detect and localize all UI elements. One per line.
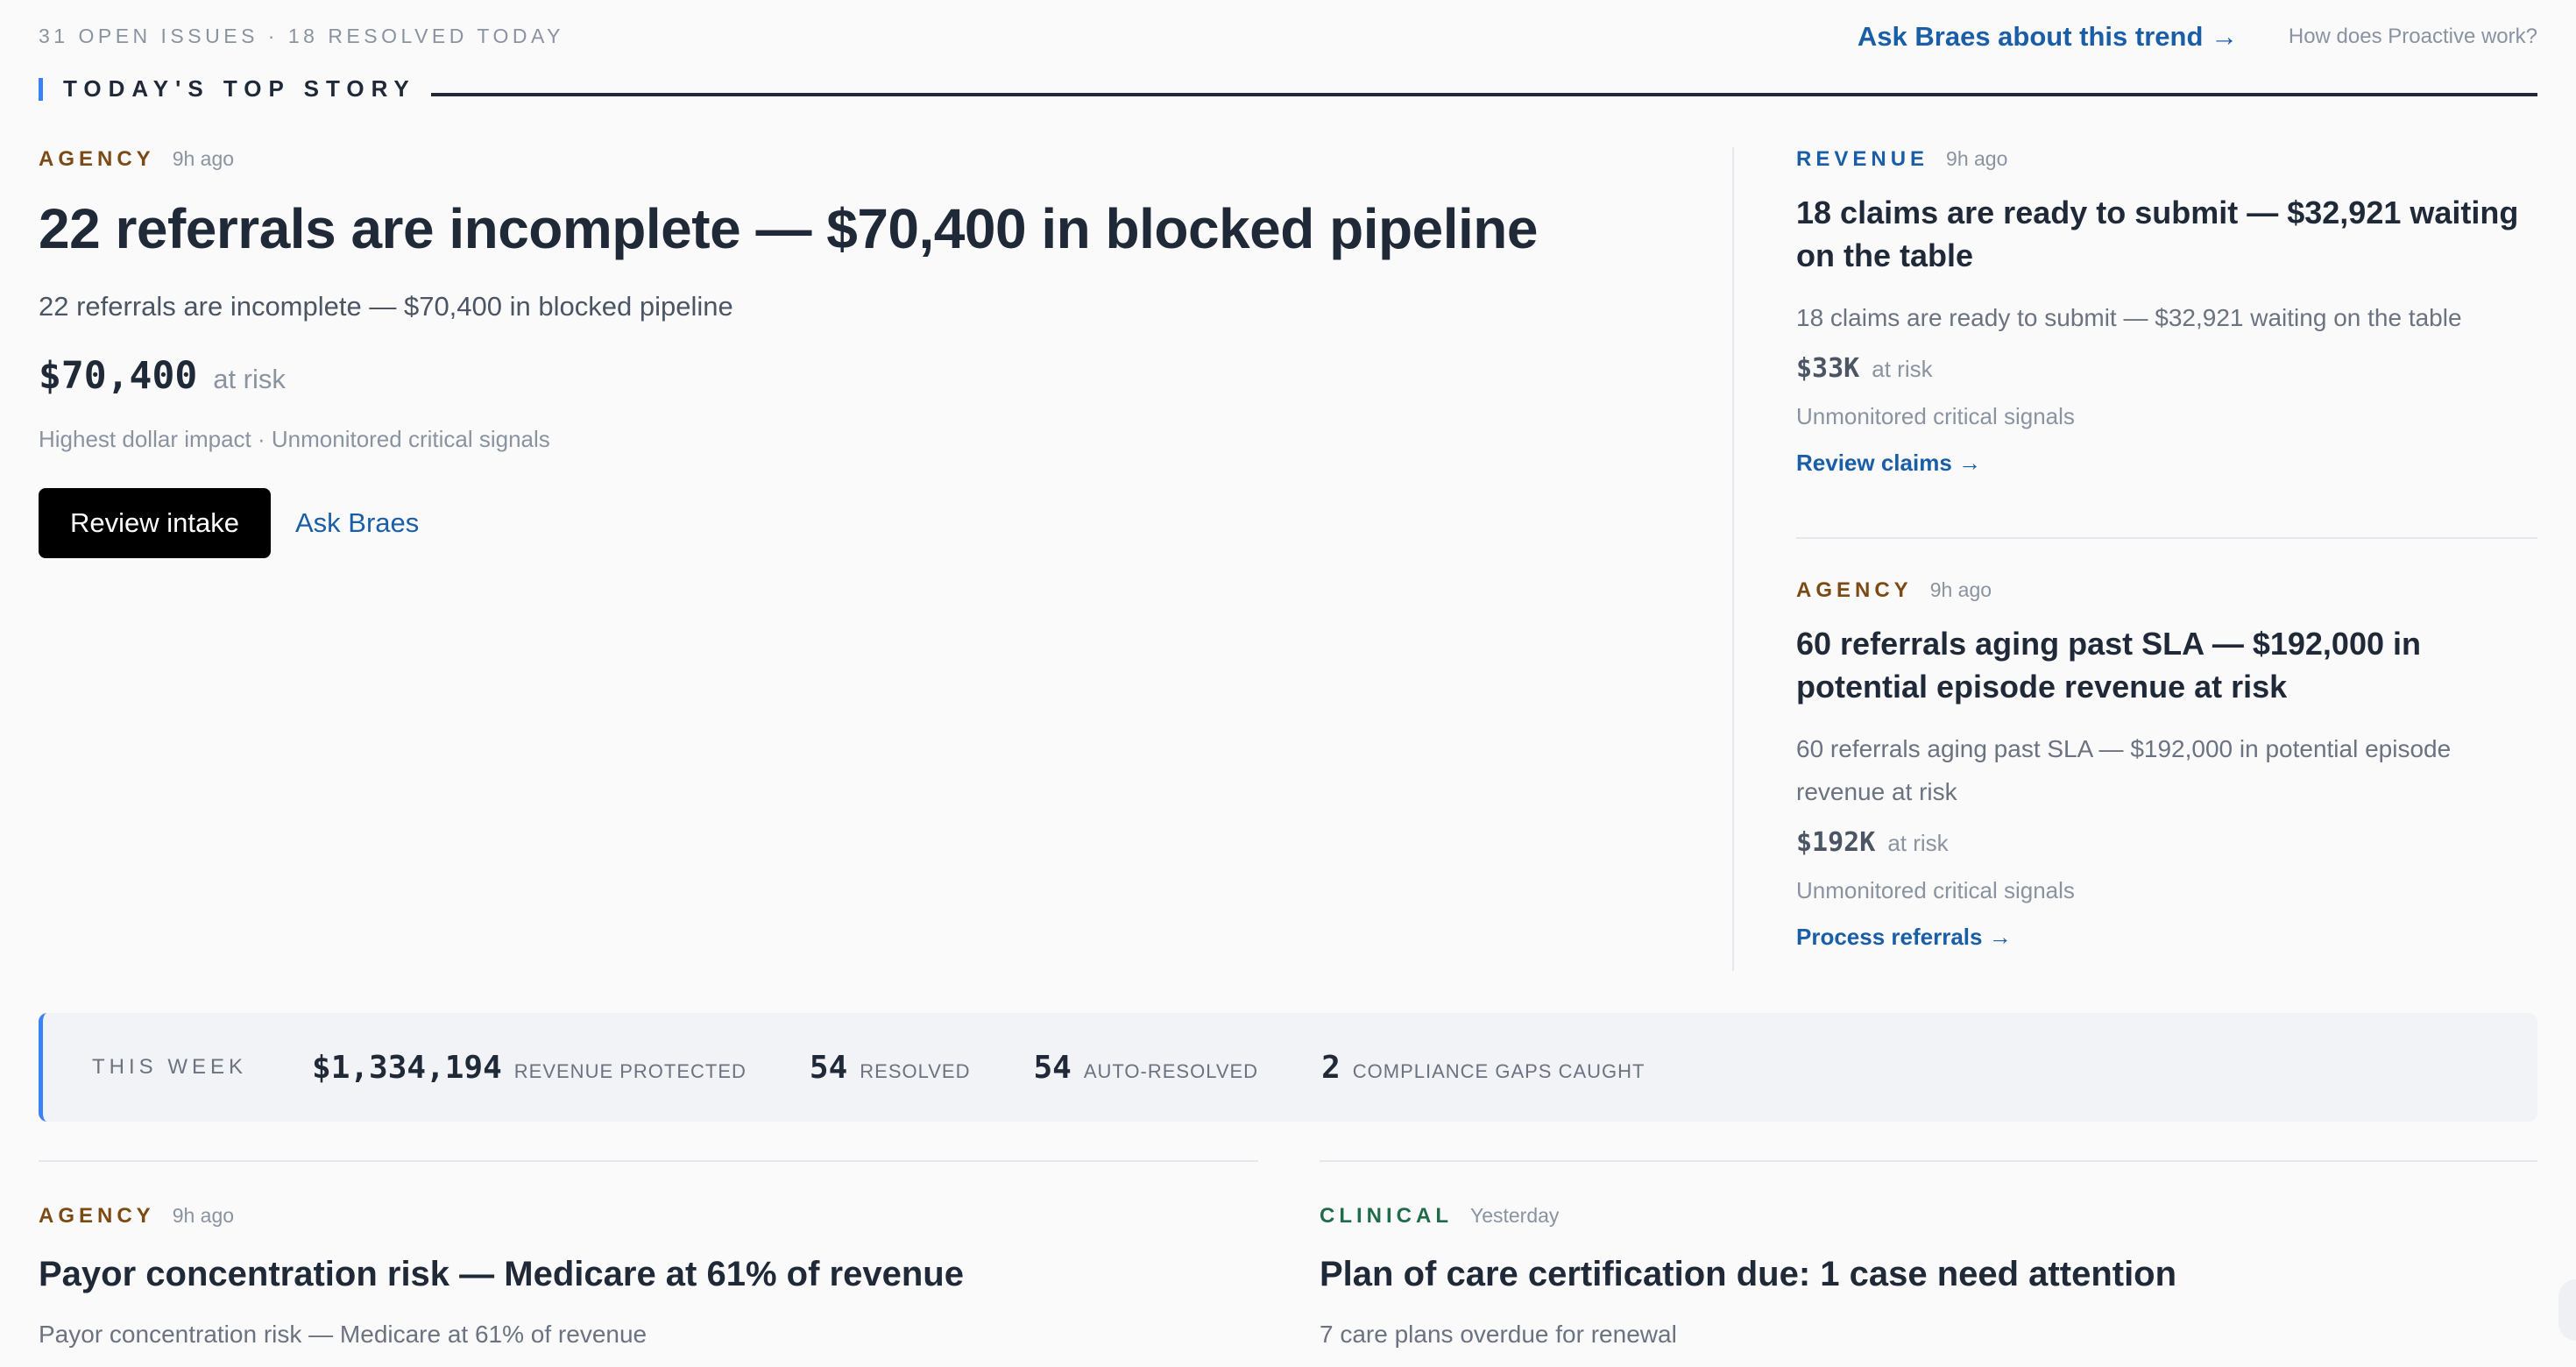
stat-compliance-gaps: 2 COMPLIANCE GAPS CAUGHT [1321,1050,1645,1086]
section-title: TODAY'S TOP STORY [63,75,416,102]
lead-story-summary: 22 referrals are incomplete — $70,400 in… [39,291,733,322]
section-rule [431,93,2537,96]
category-label: AGENCY [1796,578,1913,602]
card-title[interactable]: Payor concentration risk — Medicare at 6… [39,1255,1258,1294]
side-story-title[interactable]: 18 claims are ready to submit — $32,921 … [1796,191,2537,277]
category-label: CLINICAL [1320,1204,1453,1228]
card-summary: 7 care plans overdue for renewal [1320,1321,1677,1348]
timestamp: 9h ago [1946,147,2008,170]
stat-revenue-protected: $1,334,194 REVENUE PROTECTED [312,1050,747,1086]
lead-story: AGENCY 9h ago 22 referrals are incomplete… [39,147,1686,558]
process-referrals-link[interactable]: Process referrals → [1796,924,2537,951]
stat-resolved: 54 RESOLVED [810,1050,971,1086]
stat-label: RESOLVED [860,1059,971,1082]
stat-label: REVENUE PROTECTED [513,1059,747,1082]
stat-value: 54 [809,1049,848,1086]
ask-braes-trend-link[interactable]: Ask Braes about this trend → [1858,21,2238,53]
stat-value: 2 [1321,1049,1341,1086]
lead-story-title[interactable]: 22 referrals are incomplete — $70,400 in… [39,196,1686,261]
at-risk-label: at risk [1887,830,1949,856]
side-signals: Unmonitored critical signals [1796,403,2075,429]
at-risk-amount: $192K [1796,827,1876,858]
side-divider [1796,537,2537,539]
stat-value: $1,334,194 [312,1049,502,1086]
lead-amount-row: $70,400 at risk [39,354,1686,398]
timestamp: 9h ago [1929,578,1992,601]
lead-signals: Highest dollar impact · Unmonitored crit… [39,426,550,452]
side-story-summary: 18 claims are ready to submit — $32,921 … [1796,304,2462,331]
column-divider [1732,147,1734,971]
story-card: CLINICAL Yesterday Plan of care certifica… [1320,1204,2537,1349]
category-label: REVENUE [1796,147,1929,171]
this-week-label: THIS WEEK [92,1055,248,1079]
stat-value: 54 [1033,1049,1072,1086]
top-story-header: TODAY'S TOP STORY [39,75,2537,105]
at-risk-amount: $70,400 [39,354,198,398]
stat-label: COMPLIANCE GAPS CAUGHT [1352,1059,1645,1082]
issues-summary: 31 OPEN ISSUES · 18 RESOLVED TODAY [39,25,564,47]
how-proactive-works-link[interactable]: How does Proactive work? [2289,25,2537,49]
side-story: AGENCY 9h ago 60 referrals aging past SLA… [1796,578,2537,951]
scroll-handle[interactable] [2558,1279,2576,1341]
at-risk-label: at risk [1872,356,1933,382]
timestamp: 9h ago [172,147,235,170]
card-title[interactable]: Plan of care certification due: 1 case n… [1320,1255,2537,1294]
lead-actions: Review intake Ask Braes [39,488,1686,558]
card-meta: AGENCY 9h ago [39,1204,1258,1229]
card-top-rule [39,1160,1258,1162]
review-intake-button[interactable]: Review intake [39,488,271,558]
category-label: AGENCY [39,1204,155,1228]
side-story-title[interactable]: 60 referrals aging past SLA — $192,000 i… [1796,622,2537,708]
story-card: AGENCY 9h ago Payor concentration risk — … [39,1204,1258,1349]
at-risk-label: at risk [213,364,286,394]
side-amount-row: $192K at risk [1796,827,2537,858]
stat-auto-resolved: 54 AUTO-RESOLVED [1033,1050,1258,1086]
section-accent-bar [39,78,43,101]
review-claims-link[interactable]: Review claims → [1796,450,2537,477]
this-week-strip: THIS WEEK $1,334,194 REVENUE PROTECTED 5… [39,1013,2537,1122]
side-story: REVENUE 9h ago 18 claims are ready to sub… [1796,147,2537,477]
category-label: AGENCY [39,147,155,171]
stat-label: AUTO-RESOLVED [1083,1059,1259,1082]
at-risk-amount: $33K [1796,353,1860,384]
side-story-meta: AGENCY 9h ago [1796,578,2537,603]
card-summary: Payor concentration risk — Medicare at 6… [39,1321,648,1348]
ask-braes-link[interactable]: Ask Braes [295,507,419,539]
side-amount-row: $33K at risk [1796,353,2537,384]
timestamp: Yesterday [1469,1204,1560,1227]
side-story-summary: 60 referrals aging past SLA — $192,000 i… [1796,735,2452,805]
side-signals: Unmonitored critical signals [1796,877,2075,903]
side-story-meta: REVENUE 9h ago [1796,147,2537,172]
timestamp: 9h ago [172,1204,235,1227]
card-meta: CLINICAL Yesterday [1320,1204,2537,1229]
card-top-rule [1320,1160,2537,1162]
top-bar: 31 OPEN ISSUES · 18 RESOLVED TODAY Ask B… [39,21,2537,56]
lead-story-meta: AGENCY 9h ago [39,147,1686,172]
